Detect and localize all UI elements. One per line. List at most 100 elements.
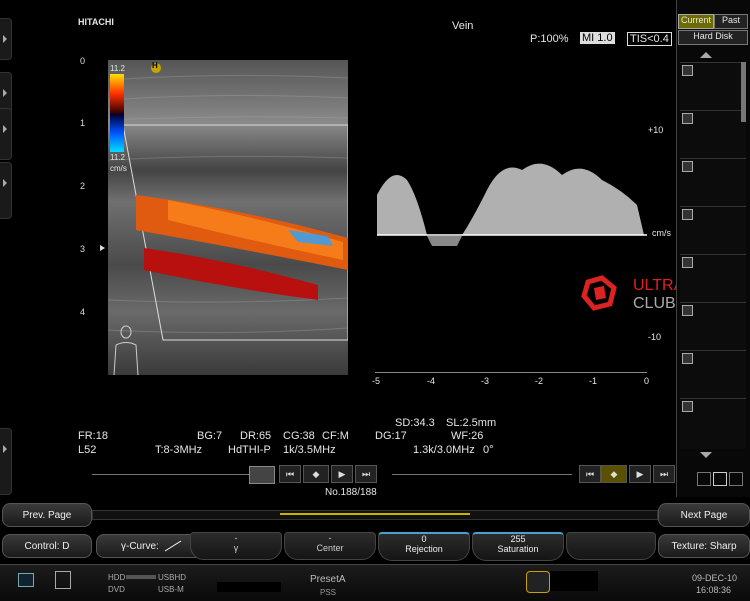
watermark-line2: CLUB	[633, 295, 676, 312]
prev-page-button[interactable]: Prev. Page	[2, 503, 92, 527]
thumbnail-8[interactable]	[680, 398, 746, 449]
rejection-knob[interactable]: 0 Rejection	[378, 532, 470, 561]
monitor-icon	[18, 573, 34, 587]
left-panel-tab-5[interactable]	[0, 428, 12, 495]
gamma-curve-icon	[164, 540, 182, 552]
time-tick: -5	[372, 376, 381, 386]
doppler-cine-loop-button[interactable]: ◆	[601, 465, 627, 483]
time-tick: 0	[644, 376, 650, 386]
blank-knob[interactable]	[566, 532, 656, 560]
thumbnail-6[interactable]	[680, 302, 746, 353]
gamma-knob[interactable]: - γ	[190, 532, 282, 560]
param-dop-prf: 1.3k/3.0MHz	[413, 444, 475, 456]
single-view-icon[interactable]	[713, 472, 727, 486]
focus-arrow-icon	[100, 245, 105, 251]
usbm-label: USB-M	[158, 585, 184, 594]
cine-last-button[interactable]: ⏭	[355, 465, 377, 483]
time-tick: -4	[427, 376, 436, 386]
list-view-icon[interactable]	[729, 472, 743, 486]
date-display: 09-DEC-10	[692, 573, 738, 583]
saturation-knob[interactable]: 255 Saturation	[472, 532, 564, 561]
cine-play-button[interactable]: ▶	[331, 465, 353, 483]
time-display: 16:08:36	[696, 585, 732, 595]
tab-current[interactable]: Current	[678, 14, 714, 29]
depth-mark-2: 2	[80, 181, 86, 191]
param-cf-prf: 1k/3.5MHz	[283, 444, 336, 456]
cine-track-left[interactable]	[92, 474, 272, 475]
center-value: -	[328, 533, 332, 543]
trash-icon[interactable]	[697, 472, 711, 486]
left-panel-tab-4[interactable]	[0, 162, 12, 219]
param-angle: 0°	[483, 444, 494, 456]
doppler-cine-play-button[interactable]: ▶	[629, 465, 651, 483]
depth-mark-0: 0	[80, 56, 86, 66]
ultrasound-club-logo-icon	[580, 274, 622, 314]
doppler-scale-minus: -10	[648, 332, 662, 342]
control-button[interactable]: Control: D	[2, 534, 92, 558]
time-axis	[375, 372, 647, 373]
center-label: Center	[316, 543, 344, 553]
param-bg: BG:7	[197, 430, 223, 442]
tab-past[interactable]: Past	[714, 14, 748, 29]
cine-frame-counter: No.188/188	[325, 487, 377, 498]
cine-slider-handle[interactable]	[249, 466, 275, 484]
saturation-value: 255	[510, 534, 526, 544]
gamma-value: -	[234, 533, 238, 543]
thumbnail-3[interactable]	[680, 158, 746, 209]
status-bar	[0, 564, 750, 601]
hdd-usage-bar	[126, 575, 156, 579]
color-doppler-image[interactable]	[107, 60, 349, 376]
preset-label: PresetA	[310, 574, 346, 585]
rejection-label: Rejection	[405, 544, 443, 554]
doppler-unit: cm/s	[652, 228, 671, 238]
cine-track-right[interactable]	[392, 474, 572, 475]
spectral-doppler-trace[interactable]	[372, 150, 647, 250]
param-probe: L52	[78, 444, 97, 456]
left-panel-tab-3[interactable]	[0, 108, 12, 160]
param-cg: CG:38	[283, 430, 315, 442]
scroll-down-icon[interactable]	[700, 452, 712, 458]
doppler-cine-first-button[interactable]: ⏮	[579, 465, 601, 483]
param-hdthi: HdTHI-P	[228, 444, 271, 456]
color-scale-top: 11.2	[110, 64, 125, 73]
page-progress-bar	[92, 510, 658, 520]
status-blank-field	[217, 582, 281, 592]
thumbnail-scrollbar[interactable]	[741, 62, 746, 122]
cine-loop-button[interactable]: ◆	[303, 465, 329, 483]
doppler-cine-last-button[interactable]: ⏭	[653, 465, 675, 483]
preset-title: Vein	[452, 20, 474, 32]
hdd-label: HDD	[108, 573, 126, 582]
cine-first-button[interactable]: ⏮	[279, 465, 301, 483]
texture-button[interactable]: Texture: Sharp	[658, 534, 750, 558]
thumbnail-2[interactable]	[680, 110, 746, 161]
hard-disk-button[interactable]: Hard Disk	[678, 30, 748, 45]
thumbnail-4[interactable]	[680, 206, 746, 257]
scroll-up-icon[interactable]	[700, 52, 712, 58]
param-cfm: CF:M	[322, 430, 349, 442]
depth-mark-3: 3	[80, 244, 86, 254]
record-icon[interactable]	[526, 571, 550, 593]
status-black-field	[550, 571, 598, 591]
saturation-label: Saturation	[497, 544, 539, 554]
thumbnail-1[interactable]	[680, 62, 746, 113]
depth-mark-1: 1	[80, 118, 86, 128]
left-panel-tab-1[interactable]	[0, 18, 12, 60]
doppler-scale-plus: +10	[648, 125, 664, 135]
power-readout: P:100%	[530, 33, 569, 45]
page-progress-indicator	[280, 513, 470, 515]
param-sl: SL:2.5mm	[446, 417, 497, 429]
time-tick: -3	[481, 376, 490, 386]
depth-mark-4: 4	[80, 307, 86, 317]
focus-marker: H	[152, 61, 158, 70]
usbhd-label: USBHD	[158, 573, 187, 582]
image-svg	[107, 60, 349, 376]
center-knob[interactable]: - Center	[284, 532, 376, 560]
time-tick: -2	[535, 376, 544, 386]
thumbnail-7[interactable]	[680, 350, 746, 401]
next-page-button[interactable]: Next Page	[658, 503, 750, 527]
pss-label: PSS	[320, 588, 337, 597]
thumbnail-5[interactable]	[680, 254, 746, 305]
tis-readout: TIS<0.4	[627, 32, 672, 46]
param-sd: SD:34.3	[395, 417, 435, 429]
media-icon	[55, 571, 71, 589]
